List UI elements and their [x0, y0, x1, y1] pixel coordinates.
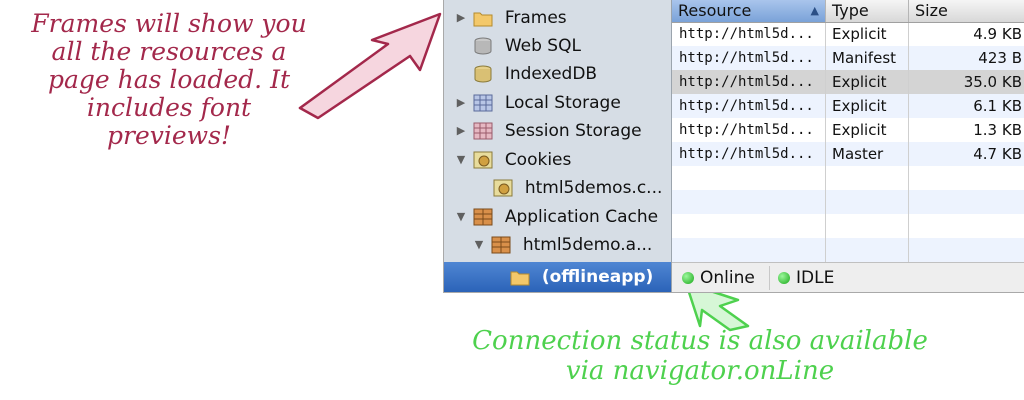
sidebar-item-label: (offlineapp) — [541, 267, 654, 287]
sort-ascending-icon: ▲ — [810, 4, 819, 17]
disclosure-triangle-icon[interactable]: ▼ — [454, 146, 468, 174]
note-line: previews! — [107, 121, 231, 150]
sidebar-item-label: IndexedDB — [504, 64, 598, 84]
database-icon — [474, 65, 492, 83]
table-row[interactable]: http://html5d... Explicit 1.3 KB — [672, 118, 1024, 142]
sidebar-item-label: html5demo.a... — [522, 235, 653, 255]
sidebar-item-application-cache[interactable]: ▼ Application Cache — [454, 203, 658, 231]
cookie-icon — [473, 151, 493, 169]
column-header-type[interactable]: Type — [826, 0, 909, 22]
online-indicator-icon — [682, 272, 694, 284]
sidebar-item-label: Session Storage — [504, 121, 642, 141]
folder-icon — [473, 12, 493, 27]
disclosure-triangle-icon[interactable]: ▶ — [454, 89, 468, 117]
sidebar-item-label: Local Storage — [504, 93, 621, 113]
sidebar-item-label: Frames — [504, 8, 567, 28]
note-line: page has loaded. It — [47, 65, 290, 94]
sidebar-item-cookie-domain[interactable]: html5demos.c... — [474, 174, 662, 202]
status-bar: Online IDLE — [672, 262, 1024, 292]
database-icon — [474, 37, 492, 55]
app-cache-icon — [491, 236, 511, 254]
storage-grid-icon — [473, 94, 493, 112]
disclosure-triangle-icon[interactable]: ▼ — [454, 203, 468, 231]
sidebar-item-cookies[interactable]: ▼ Cookies — [454, 146, 572, 174]
sidebar-item-app-cache-manifest[interactable]: ▼ html5demo.a... — [472, 231, 653, 259]
connection-status: Online — [682, 263, 755, 292]
folder-icon — [510, 271, 530, 286]
table-row[interactable]: http://html5d... Master 4.7 KB — [672, 142, 1024, 166]
cookie-icon — [493, 179, 513, 197]
note-line: includes font — [86, 93, 252, 122]
sidebar-item-label: Cookies — [504, 150, 572, 170]
resources-panel: ▶ Frames Web SQL IndexedDB ▶ Local Stora… — [443, 0, 1024, 293]
note-line: all the resources a — [51, 37, 287, 66]
storage-grid-icon — [473, 122, 493, 140]
note-line: via navigator.onLine — [565, 356, 835, 386]
sidebar-item-indexeddb[interactable]: IndexedDB — [454, 60, 597, 88]
annotation-connection-note: Connection status is also available via … — [420, 326, 980, 386]
resources-sidebar: ▶ Frames Web SQL IndexedDB ▶ Local Stora… — [444, 0, 672, 292]
disclosure-triangle-icon[interactable]: ▶ — [454, 117, 468, 145]
sidebar-item-session-storage[interactable]: ▶ Session Storage — [454, 117, 642, 145]
cache-status: IDLE — [778, 263, 834, 292]
column-header-resource[interactable]: Resource ▲ — [672, 0, 826, 22]
table-row[interactable]: http://html5d... Explicit 4.9 KB — [672, 22, 1024, 46]
sidebar-item-frames[interactable]: ▶ Frames — [454, 4, 567, 32]
sidebar-item-label: Web SQL — [504, 36, 581, 56]
annotation-frames-note: Frames will show you all the resources a… — [4, 10, 334, 150]
column-header-size[interactable]: Size — [909, 0, 1024, 22]
sidebar-item-label: Application Cache — [504, 207, 659, 227]
sidebar-item-label: html5demos.c... — [524, 178, 663, 198]
disclosure-triangle-icon[interactable]: ▼ — [472, 231, 486, 259]
sidebar-item-local-storage[interactable]: ▶ Local Storage — [454, 89, 621, 117]
table-header: Resource ▲ Type Size — [672, 0, 1024, 23]
app-cache-icon — [473, 208, 493, 226]
table-row[interactable]: http://html5d... Manifest 423 B — [672, 46, 1024, 70]
disclosure-triangle-icon[interactable]: ▶ — [454, 4, 468, 32]
note-line: Frames will show you — [31, 9, 307, 38]
table-row[interactable]: http://html5d... Explicit 35.0 KB — [672, 70, 1024, 94]
sidebar-item-web-sql[interactable]: Web SQL — [454, 32, 581, 60]
resources-table: Resource ▲ Type Size http://html5d... Ex… — [672, 0, 1024, 292]
table-row[interactable]: http://html5d... Explicit 6.1 KB — [672, 94, 1024, 118]
status-divider — [769, 266, 770, 290]
status-indicator-icon — [778, 272, 790, 284]
sidebar-item-offlineapp[interactable]: (offlineapp) — [490, 263, 653, 291]
note-line: Connection status is also available — [472, 326, 928, 356]
